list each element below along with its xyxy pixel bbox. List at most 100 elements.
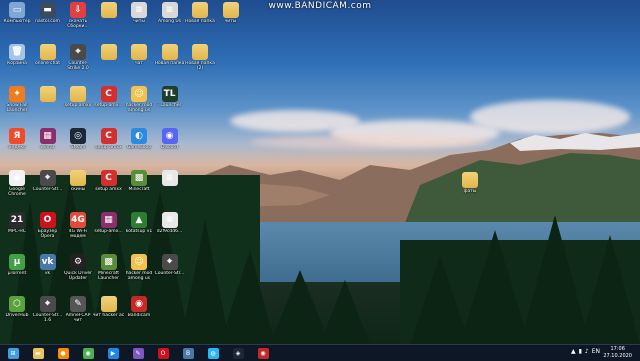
desktop-icon[interactable]: чит hacker ac	[92, 296, 125, 330]
desktop-icon[interactable]: TL TLauncher	[155, 86, 185, 120]
desktop-icon[interactable]: 🗑 Корзина	[2, 44, 32, 78]
desktop-icon-label: чит hacker ac	[92, 313, 125, 318]
desktop-icon[interactable]: ▲ kotatsup v1	[124, 212, 154, 246]
desktop-icon-label: setup-amx...	[94, 103, 123, 108]
taskbar-opera[interactable]: O	[154, 346, 172, 360]
desktop-icon[interactable]: Csetup amxx	[94, 170, 124, 204]
taskbar-tool[interactable]: ✎	[129, 346, 147, 360]
folder-icon	[100, 44, 117, 60]
document-icon: ≡	[161, 2, 178, 18]
tray-item[interactable]: ▮	[579, 348, 582, 355]
taskbar-firefox[interactable]: ●	[54, 346, 72, 360]
tool-icon: ✎	[132, 347, 144, 359]
desktop-icon[interactable]: чат	[124, 44, 154, 78]
opera-icon: O	[39, 212, 56, 228]
desktop-icon[interactable]: ⚙ Quick Driver Updater	[63, 254, 93, 288]
triangle-icon: ▲	[131, 212, 147, 228]
ccleaner-icon: C	[100, 86, 117, 102]
desktop-icon[interactable]: ◎ Steam	[63, 128, 93, 162]
desktop-icon[interactable]: ⌖ Counter-Str...	[155, 254, 185, 288]
taskbar-steam[interactable]: ◈	[229, 346, 247, 360]
desktop-icon[interactable]: ⇩ скачать Сборки...	[63, 2, 93, 36]
desktop-icon[interactable]: ✦ Snow Fall Launcher	[2, 86, 32, 120]
clock[interactable]: 17:06 27.10.2020	[603, 346, 632, 359]
desktop-icon[interactable]: online chat	[33, 44, 63, 78]
desktop-icon-label: Яндекс	[8, 145, 26, 150]
desktop-icon[interactable]: ☺ hacker mod among us	[124, 86, 154, 120]
desktop-icon-label: Discord	[161, 145, 178, 150]
desktop-icon[interactable]	[94, 44, 124, 78]
taskbar-bandicam[interactable]: ◉	[254, 346, 272, 360]
desktop-icon[interactable]	[94, 2, 124, 36]
desktop-icon-label: чат	[134, 61, 144, 66]
taskbar-explorer[interactable]: ▬	[29, 346, 47, 360]
desktop-icon[interactable]: ▭ Компьютер	[2, 2, 32, 36]
desktop-icon[interactable]: vk vk	[33, 254, 63, 288]
csgo-icon: ⌖	[70, 44, 86, 60]
taskbar-start-button[interactable]: ⊞	[4, 346, 22, 360]
folder-icon	[131, 44, 147, 60]
desktop-icon[interactable]: Я Яндекс	[2, 128, 32, 162]
desktop-icon-label: читы	[224, 19, 237, 24]
desktop-icon[interactable]: Csetup amxx	[94, 128, 124, 162]
desktop-icon[interactable]: ☺ hacker mod among us	[124, 254, 154, 288]
desktop-icon[interactable]	[33, 86, 63, 120]
desktop-icon[interactable]: Новая папка	[155, 44, 185, 78]
desktop-icon[interactable]: Новая папка	[185, 2, 215, 36]
desktop-icon[interactable]: ✎ AmneFCAP чит	[63, 296, 93, 330]
desktop-icon[interactable]: ◉ Discord	[155, 128, 185, 162]
folder-icon	[222, 2, 239, 18]
desktop-icon[interactable]: скины	[63, 170, 93, 204]
driver-icon: ⚙	[70, 254, 86, 270]
desktop-icon[interactable]: ≡	[155, 170, 185, 204]
desktop-icon[interactable]: ⌖ Counter-Strike 2.0	[63, 44, 93, 78]
desktop-icon-label: vk	[44, 271, 51, 276]
desktop-icon[interactable]: читы	[216, 2, 246, 36]
desktop-icon[interactable]: setup amxx	[63, 86, 93, 120]
desktop-icon[interactable]: ▦ winrar	[33, 128, 63, 162]
taskbar-chrome[interactable]: ◉	[79, 346, 97, 360]
desktop-icon[interactable]: O Браузер Opera	[33, 212, 63, 246]
taskbar-messenger[interactable]: ◍	[204, 346, 222, 360]
desktop-icon-label: TLauncher	[157, 103, 182, 108]
tray-item[interactable]: ♪	[585, 348, 589, 355]
desktop-icon[interactable]: ▦ setup-amx...	[94, 212, 124, 246]
desktop-icon[interactable]: ⬡ DriverHub	[2, 296, 32, 330]
desktop-icon[interactable]: фаты	[455, 172, 485, 206]
desktop-icon-label: setup amxx	[64, 103, 92, 108]
taskbar: ⊞ ▬ ● ◉ ▶ ✎ O В ◍ ◈ ◉ ▲ ▮ ♪ EN 17:06 27.10.2020	[0, 344, 640, 361]
desktop-icon-label: Корзина	[7, 61, 27, 66]
folder-icon	[70, 170, 86, 186]
desktop-icon[interactable]: ⌖ Counter-Str...	[33, 170, 63, 204]
desktop-icon[interactable]: Csetup-amx...	[94, 86, 124, 120]
desktop-icon[interactable]: ⌖ Counter-Str... 1.6	[33, 296, 63, 330]
folder-icon	[161, 44, 178, 60]
winrar-icon: ▦	[39, 128, 56, 144]
bandicam-icon: ◉	[257, 347, 269, 359]
csgo-icon: ⌖	[161, 254, 178, 270]
tray-item[interactable]: ▲	[571, 348, 576, 355]
taskbar-media[interactable]: ▶	[104, 346, 122, 360]
taskbar-vk[interactable]: В	[179, 346, 197, 360]
document-icon: ≡	[161, 212, 178, 228]
desktop-icon[interactable]: Новая папка (2)	[185, 44, 215, 78]
desktop-icon[interactable]: µ µTorrent	[2, 254, 32, 288]
tray-item[interactable]: EN	[592, 348, 600, 355]
desktop-icon[interactable]: ▬ nastol.com	[33, 2, 63, 36]
document-icon: ≡	[161, 170, 178, 186]
desktop-icon[interactable]: ◐ GameLoop	[124, 128, 154, 162]
desktop-icon[interactable]: ≡ d2f9cdd6...	[155, 212, 185, 246]
folder-icon	[192, 44, 208, 60]
desktop-icon[interactable]: 4G 4G Wi-Fi модем	[63, 212, 93, 246]
ccleaner-icon: C	[100, 170, 117, 186]
desktop-icon[interactable]: ≡ читы	[124, 2, 154, 36]
desktop-icon[interactable]: ≡ Among Us	[155, 2, 185, 36]
ccleaner-icon: C	[100, 128, 117, 144]
desktop-icon[interactable]: ◉ Google Chrome	[2, 170, 32, 204]
desktop-icon[interactable]: ▩ Minecraft Launcher	[94, 254, 124, 288]
explorer-icon: ▬	[32, 347, 44, 359]
desktop-icon[interactable]: ▩ Minecraft	[124, 170, 154, 204]
tool-icon: ✎	[70, 296, 86, 312]
desktop-icon[interactable]: 21 MPC-HC	[2, 212, 32, 246]
desktop-icon[interactable]: ◉ Bandicam	[124, 296, 154, 330]
